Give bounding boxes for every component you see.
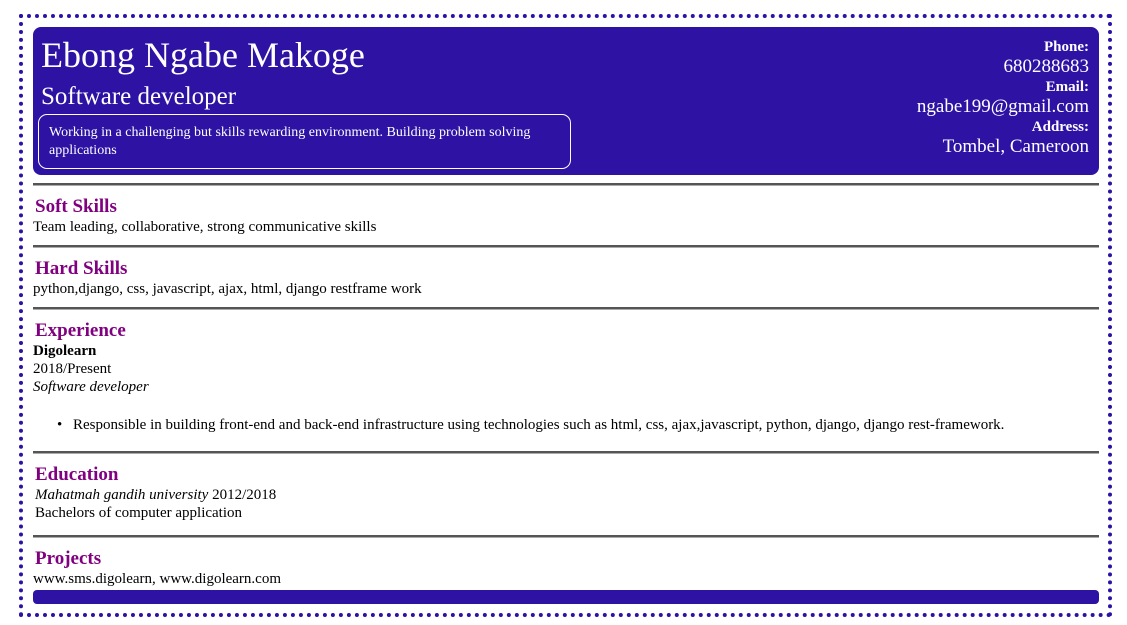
- phone-label: Phone:: [1044, 39, 1089, 55]
- objective-box: Working in a challenging but skills rewa…: [38, 114, 571, 169]
- contact-info: Phone: 680288683 Email: ngabe199@gmail.c…: [917, 37, 1089, 157]
- section-divider: [33, 183, 1099, 186]
- job-title: Software developer: [41, 83, 237, 110]
- hard-skills-section: Hard Skills python,django, css, javascri…: [33, 258, 1099, 298]
- projects-text: www.sms.digolearn, www.digolearn.com: [33, 571, 282, 587]
- person-name: Ebong Ngabe Makoge: [41, 35, 365, 75]
- section-divider: [33, 245, 1099, 248]
- responsibility-text: Responsible in building front-end and ba…: [73, 417, 1005, 433]
- section-divider: [33, 307, 1099, 310]
- list-item: • Responsible in building front-end and …: [33, 416, 1099, 434]
- institution-name: Mahatmah gandih university: [35, 487, 209, 503]
- education-section: Education Mahatmah gandih university 201…: [33, 464, 1099, 522]
- projects-section: Projects www.sms.digolearn, www.digolear…: [33, 548, 1099, 588]
- soft-skills-section: Soft Skills Team leading, collaborative,…: [33, 196, 1099, 236]
- education-period: 2012/2018: [212, 487, 277, 503]
- hard-skills-text: python,django, css, javascript, ajax, ht…: [33, 281, 422, 297]
- resume-header: Ebong Ngabe Makoge Software developer Wo…: [33, 27, 1099, 175]
- hard-skills-heading: Hard Skills: [35, 258, 128, 279]
- soft-skills-heading: Soft Skills: [35, 196, 117, 217]
- phone-value: 680288683: [1003, 56, 1090, 77]
- experience-section: Experience Digolearn 2018/Present Softwa…: [33, 320, 1099, 434]
- education-line: Mahatmah gandih university 2012/2018: [33, 486, 1099, 504]
- experience-heading: Experience: [35, 320, 126, 341]
- bullet-icon: •: [57, 417, 63, 433]
- section-divider: [33, 451, 1099, 454]
- experience-period: 2018/Present: [33, 361, 112, 377]
- email-value: ngabe199@gmail.com: [916, 96, 1089, 117]
- education-heading: Education: [35, 464, 119, 485]
- company-name: Digolearn: [33, 343, 97, 359]
- email-label: Email:: [1045, 79, 1089, 95]
- responsibilities-list: • Responsible in building front-end and …: [33, 416, 1099, 434]
- experience-role: Software developer: [33, 379, 149, 395]
- footer-bar: [33, 590, 1099, 604]
- soft-skills-text: Team leading, collaborative, strong comm…: [33, 219, 377, 235]
- resume-page: Ebong Ngabe Makoge Software developer Wo…: [19, 14, 1112, 617]
- section-divider: [33, 535, 1099, 538]
- projects-heading: Projects: [35, 548, 102, 569]
- degree-name: Bachelors of computer application: [35, 505, 243, 521]
- address-label: Address:: [1031, 119, 1089, 135]
- address-value: Tombel, Cameroon: [942, 136, 1089, 157]
